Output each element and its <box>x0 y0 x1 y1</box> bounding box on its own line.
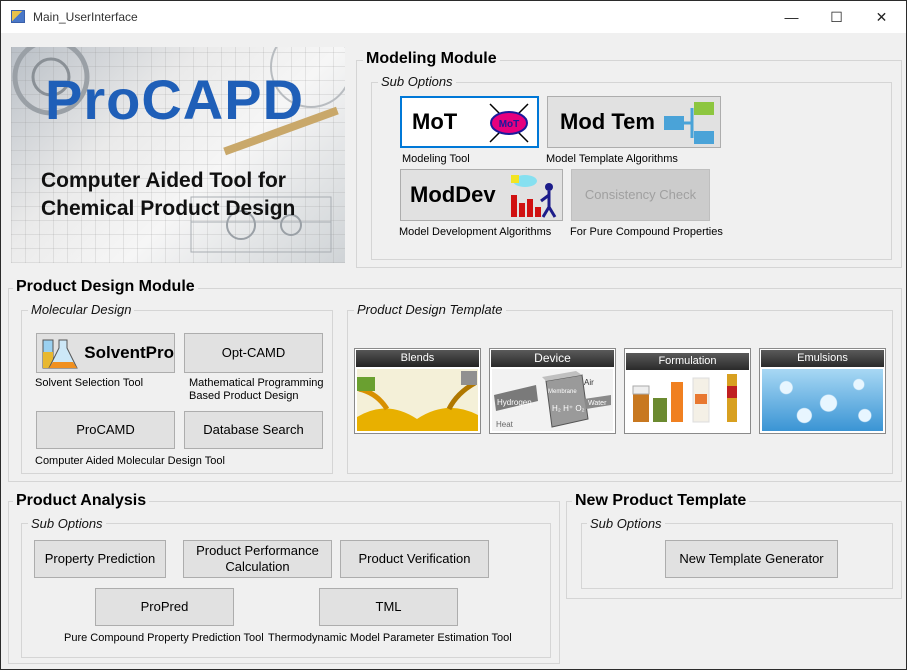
molecular-design-title: Molecular Design <box>28 302 135 317</box>
mot-icon: MoT <box>489 103 529 143</box>
product-design-template-title: Product Design Template <box>354 302 506 317</box>
membrane-label: Membrane <box>548 389 577 395</box>
fuel-cell-formula: H₂ H⁺ O₂ <box>552 404 585 413</box>
solventpro-caption: Solvent Selection Tool <box>35 377 144 389</box>
logo-subtitle-line1: Computer Aided Tool for <box>41 169 286 192</box>
opt-camd-caption-line2: Based Product Design <box>189 390 299 402</box>
product-design-module-title: Product Design Module <box>13 278 198 296</box>
product-performance-button[interactable]: Product Performance Calculation <box>183 540 332 578</box>
moddev-button-label: ModDev <box>410 182 496 207</box>
modeling-sub-options-title: Sub Options <box>378 74 456 89</box>
blends-template-card[interactable]: Blends <box>354 348 481 434</box>
consistency-check-button[interactable]: Consistency Check <box>571 169 710 221</box>
close-button[interactable]: ✕ <box>859 1 904 33</box>
title-bar: Main_UserInterface — ☐ ✕ <box>1 1 906 33</box>
mot-caption: Modeling Tool <box>402 153 470 165</box>
emulsions-template-card[interactable]: Emulsions <box>759 348 886 434</box>
product-performance-label-line2: Calculation <box>225 559 290 574</box>
hydrogen-label: Hydrogen <box>497 398 532 407</box>
app-icon <box>11 10 25 23</box>
logo-title: ProCAPD <box>45 68 305 131</box>
tml-caption: Thermodynamic Model Parameter Estimation… <box>268 632 512 644</box>
solventpro-button-label: SolventPro <box>84 343 174 362</box>
main-window: Main_UserInterface — ☐ ✕ ProCAPD Compute… <box>0 0 907 670</box>
formulation-products-image <box>627 372 748 431</box>
air-label: Air <box>584 378 594 387</box>
device-template-card[interactable]: Device Hydrogen Air Water Heat Membrane … <box>489 348 616 434</box>
new-template-sub-options-title: Sub Options <box>587 516 665 531</box>
product-analysis-title: Product Analysis <box>13 492 150 510</box>
modeling-module-title: Modeling Module <box>363 50 500 68</box>
emulsions-card-label: Emulsions <box>761 350 884 367</box>
opt-camd-caption: Mathematical Programming Based Product D… <box>189 377 324 403</box>
heat-label: Heat <box>496 420 514 429</box>
procapd-logo-banner: ProCAPD Computer Aided Tool for Chemical… <box>11 47 345 263</box>
mod-tem-button[interactable]: Mod Tem <box>547 96 721 148</box>
blends-card-label: Blends <box>356 350 479 367</box>
procamd-button[interactable]: ProCAMD <box>36 411 175 449</box>
minimize-button[interactable]: — <box>769 1 814 33</box>
formulation-card-label: Formulation <box>626 353 749 370</box>
tml-button[interactable]: TML <box>319 588 458 626</box>
model-development-icon <box>511 175 557 218</box>
template-tree-icon <box>664 102 714 144</box>
flask-icon <box>42 339 78 369</box>
mod-tem-button-label: Mod Tem <box>560 109 655 134</box>
mod-tem-caption: Model Template Algorithms <box>546 153 678 165</box>
device-card-label: Device <box>491 350 614 367</box>
mot-icon-text: MoT <box>499 119 520 130</box>
emulsion-bubbles-image <box>762 369 883 431</box>
fuel-cell-device-image: Hydrogen Air Water Heat Membrane H₂ H⁺ O… <box>492 369 613 431</box>
propred-button[interactable]: ProPred <box>95 588 234 626</box>
logo-subtitle: Computer Aided Tool for Chemical Product… <box>41 167 295 223</box>
procamd-caption: Computer Aided Molecular Design Tool <box>35 455 225 467</box>
logo-subtitle-line2: Chemical Product Design <box>41 197 296 220</box>
moddev-caption: Model Development Algorithms <box>399 226 552 238</box>
opt-camd-button[interactable]: Opt-CAMD <box>184 333 323 373</box>
consistency-check-caption: For Pure Compound Properties <box>570 226 723 238</box>
formulation-template-card[interactable]: Formulation <box>624 348 751 434</box>
window-title: Main_UserInterface <box>33 10 138 24</box>
moddev-button[interactable]: ModDev <box>400 169 563 221</box>
new-template-generator-button[interactable]: New Template Generator <box>665 540 838 578</box>
mot-button-label: MoT <box>412 109 458 134</box>
new-product-template-title: New Product Template <box>572 492 750 510</box>
opt-camd-caption-line1: Mathematical Programming <box>189 377 324 389</box>
solventpro-button[interactable]: SolventPro <box>36 333 175 373</box>
mot-button[interactable]: MoT MoT <box>400 96 539 148</box>
product-verification-button[interactable]: Product Verification <box>340 540 489 578</box>
database-search-button[interactable]: Database Search <box>184 411 323 449</box>
propred-caption: Pure Compound Property Prediction Tool <box>64 632 264 644</box>
blends-image <box>357 369 478 431</box>
product-performance-label-line1: Product Performance <box>196 543 319 558</box>
property-prediction-button[interactable]: Property Prediction <box>34 540 166 578</box>
water-label: Water <box>588 400 607 407</box>
maximize-button[interactable]: ☐ <box>814 1 859 33</box>
analysis-sub-options-title: Sub Options <box>28 516 106 531</box>
